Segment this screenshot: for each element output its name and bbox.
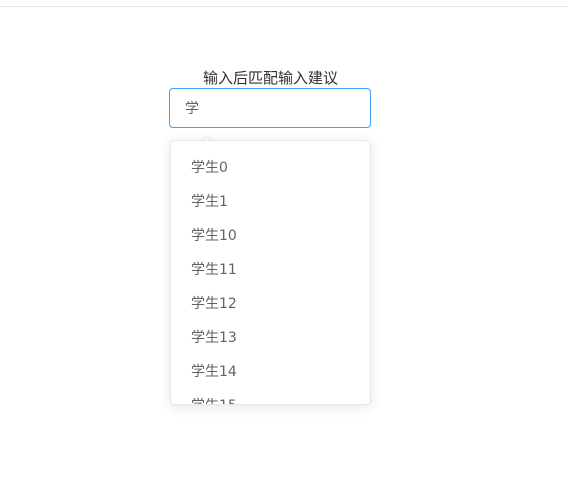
field-label: 输入后匹配输入建议 bbox=[202, 69, 338, 87]
suggestion-item[interactable]: 学生15 bbox=[171, 389, 370, 404]
suggestion-dropdown[interactable]: 学生0 学生1 学生10 学生11 学生12 学生13 学生14 学生15 bbox=[170, 140, 371, 405]
top-divider bbox=[0, 6, 567, 7]
suggestion-item[interactable]: 学生13 bbox=[171, 321, 370, 355]
suggestion-item[interactable]: 学生11 bbox=[171, 253, 370, 287]
suggestion-list: 学生0 学生1 学生10 学生11 学生12 学生13 学生14 学生15 bbox=[171, 141, 370, 404]
autocomplete-input[interactable] bbox=[169, 88, 371, 128]
suggestion-item[interactable]: 学生0 bbox=[171, 151, 370, 185]
suggestion-item[interactable]: 学生10 bbox=[171, 219, 370, 253]
suggestion-item[interactable]: 学生14 bbox=[171, 355, 370, 389]
suggestion-item[interactable]: 学生1 bbox=[171, 185, 370, 219]
suggestion-item[interactable]: 学生12 bbox=[171, 287, 370, 321]
